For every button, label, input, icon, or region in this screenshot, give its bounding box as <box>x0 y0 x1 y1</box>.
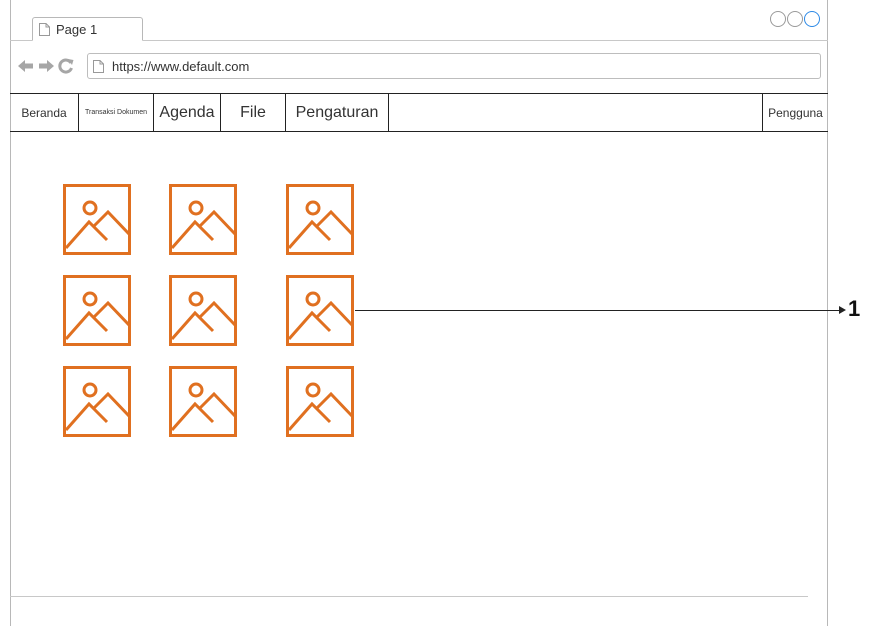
image-icon[interactable] <box>286 275 354 346</box>
maximize-button[interactable] <box>787 11 803 27</box>
menu-item-pengaturan[interactable]: Pengaturan <box>286 94 389 131</box>
callout-line <box>355 310 842 311</box>
tab-title: Page 1 <box>56 21 98 37</box>
menu-item-label: File <box>240 103 266 121</box>
close-button[interactable] <box>804 11 820 27</box>
forward-button[interactable] <box>38 60 54 72</box>
menu-item-transaksi-dokumen[interactable]: Transaksi Dokumen <box>79 94 154 131</box>
navigation-buttons <box>18 58 74 74</box>
callout-label: 1 <box>848 296 861 321</box>
address-bar[interactable]: https://www.default.com <box>87 53 821 79</box>
image-icon[interactable] <box>63 275 131 346</box>
menu-item-label: Transaksi Dokumen <box>85 109 147 116</box>
image-icon[interactable] <box>169 275 237 346</box>
menu-item-label: Agenda <box>159 103 215 121</box>
image-icon[interactable] <box>63 184 131 255</box>
page-icon <box>39 22 50 36</box>
image-icon[interactable] <box>286 184 354 255</box>
forward-arrow-icon <box>39 60 54 72</box>
minimize-button[interactable] <box>770 11 786 27</box>
window-controls <box>770 11 820 27</box>
url-text: https://www.default.com <box>112 58 250 74</box>
browser-tab[interactable]: Page 1 <box>32 17 143 41</box>
menu-item-label: Pengguna <box>768 105 823 120</box>
image-icon[interactable] <box>169 366 237 437</box>
menu-item-file[interactable]: File <box>221 94 286 131</box>
image-icon[interactable] <box>286 366 354 437</box>
menu-item-agenda[interactable]: Agenda <box>154 94 221 131</box>
menu-item-beranda[interactable]: Beranda <box>10 94 79 131</box>
menu-bar: Beranda Transaksi Dokumen Agenda File Pe… <box>10 93 828 132</box>
image-icon[interactable] <box>169 184 237 255</box>
page-icon <box>93 59 104 73</box>
footer-divider <box>10 596 808 597</box>
back-arrow-icon <box>18 60 33 72</box>
menu-item-pengguna[interactable]: Pengguna <box>762 94 828 131</box>
callout-arrowhead <box>839 306 846 314</box>
back-button[interactable] <box>18 60 34 72</box>
menu-item-label: Pengaturan <box>295 103 379 121</box>
reload-button[interactable] <box>58 58 74 74</box>
reload-icon <box>58 58 74 74</box>
image-icon[interactable] <box>63 366 131 437</box>
menu-item-label: Beranda <box>21 105 67 120</box>
